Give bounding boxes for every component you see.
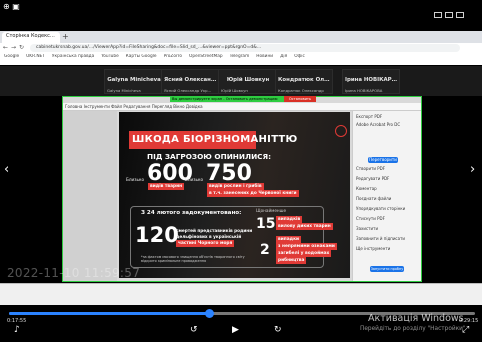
bookmark-item[interactable]: YouTube: [101, 54, 118, 59]
participant-tile[interactable]: Юрій Шовкун Юрій Шовкун: [218, 69, 276, 94]
acrobat-tool-item[interactable]: Коментар: [356, 186, 418, 191]
acrobat-tool-item[interactable]: Редагувати PDF: [356, 176, 418, 181]
participant-name: Ясний Олександр Укра…: [164, 77, 218, 83]
bookmark-item[interactable]: Офіс: [294, 54, 305, 59]
participant-name: Кондратюк Олександр: [278, 77, 332, 83]
acrobat-tool-item[interactable]: Adobe Acrobat Pro DC: [356, 122, 418, 127]
fact-b-text-2: з непрямими ознаками: [276, 243, 337, 250]
logo-icon: [335, 125, 347, 137]
window-controls[interactable]: [434, 3, 480, 18]
participant-label: Юрій Шовкун: [221, 88, 248, 93]
fact-b-value: 2: [260, 242, 270, 258]
next-page-arrow-icon[interactable]: ›: [470, 162, 475, 177]
close-icon[interactable]: [456, 12, 464, 18]
participant-name: Galyna Minicheva: [107, 77, 161, 83]
participant-tile[interactable]: Ірина НОВІКАРОВА Ірина НОВІКАРОВА: [342, 69, 400, 94]
participant-label: Galyna Minicheva: [107, 88, 141, 93]
activation-title: Активація Windows: [368, 313, 464, 324]
convert-button[interactable]: Перетворити: [368, 157, 398, 163]
participant-label: Кондратюк Олександр: [278, 88, 324, 93]
since-heading: З 24 лютого задокументовано:: [141, 210, 242, 216]
fact-a-value: 15: [256, 216, 276, 232]
participant-label: Ірина НОВІКАРОВА: [345, 88, 383, 93]
activation-subtitle: Перейдіть до розділу "Настройки": [360, 326, 466, 332]
participant-tile[interactable]: Ясний Олександр Укра… Ясний Олександр Укр…: [161, 69, 219, 94]
browser-tab-title: Сторінка Кодекс гр…: [6, 33, 56, 39]
stop-share-button[interactable]: Остановить: [284, 96, 316, 102]
big-label-3: частині Чорного моря: [176, 240, 235, 247]
fact-b-text-4: рибництва: [276, 257, 307, 264]
acrobat-tool-item[interactable]: Експорт PDF: [356, 114, 418, 119]
acrobat-tool-item[interactable]: Поєднати файли: [356, 196, 418, 201]
new-tab-icon[interactable]: +: [62, 32, 69, 41]
minimize-icon[interactable]: [434, 12, 442, 18]
big-label-1: смертей представників родини: [176, 228, 253, 233]
acrobat-tool-item[interactable]: Заповнити й підписати: [356, 236, 418, 241]
bookmarks-bar: Google UKR.NET Українська правда YouTube Кар…: [4, 54, 478, 62]
right-label-2: в т.ч. занесених до Червоної книги: [207, 190, 299, 197]
volume-icon[interactable]: ♪: [14, 325, 20, 335]
zoom-security-label[interactable]: ⊕ ▣: [3, 2, 20, 11]
bookmark-item[interactable]: ProZorro: [164, 54, 182, 59]
fact-a-text-2: вилову диких тварин: [276, 223, 333, 230]
bookmark-item[interactable]: Українська правда: [52, 54, 94, 59]
left-prefix: Близько: [126, 177, 145, 182]
prev-page-arrow-icon[interactable]: ‹: [4, 162, 9, 177]
bookmark-item[interactable]: Дія: [280, 54, 287, 59]
participant-name: Ірина НОВІКАРОВА: [345, 77, 399, 83]
participant-name: Юрій Шовкун: [226, 77, 270, 83]
left-label: видів тварин: [148, 183, 185, 190]
bookmark-item[interactable]: Google: [4, 54, 19, 59]
maximize-icon[interactable]: [445, 12, 453, 18]
acrobat-tool-item[interactable]: Стиснути PDF: [356, 216, 418, 221]
pdf-left-pane: [63, 111, 117, 281]
fact-b-text-1: випадки: [276, 236, 301, 243]
acrobat-tool-item[interactable]: Упорядкувати сторінки: [356, 206, 418, 211]
browser-nav-icons[interactable]: ←→↻: [3, 44, 27, 51]
browser-tabstrip: [0, 31, 482, 43]
browser-tab[interactable]: Сторінка Кодекс гр…: [2, 32, 60, 43]
fact-a-text-1: випадків: [276, 216, 303, 223]
forward-icon[interactable]: ↻: [274, 325, 282, 335]
participant-tile[interactable]: Galyna Minicheva Galyna Minicheva: [104, 69, 162, 94]
trial-button[interactable]: Запустити пробну: [370, 266, 404, 272]
participant-tile[interactable]: Кондратюк Олександр Кондратюк Олександр: [275, 69, 333, 94]
acrobat-tool-item[interactable]: Захистити: [356, 226, 418, 231]
address-bar[interactable]: cabinetukrsnab.gov.ua/…/ViewerApp?id=Fil…: [30, 44, 460, 52]
right-prefix: Близько: [185, 177, 204, 182]
footnote: *за фактом масового знищення об'єктів тв…: [141, 255, 245, 263]
bookmark-item[interactable]: Новини: [256, 54, 273, 59]
danger-heading: ПІД ЗАГРОЗОЮ ОПИНИЛИСЯ:: [147, 152, 272, 161]
screenshot-root: { "zoom_bar": {"left_label": "⊕ ▣"}, "br…: [0, 0, 482, 342]
bookmark-item[interactable]: UKR.NET: [26, 54, 45, 59]
seek-progress: [9, 312, 210, 315]
bookmark-item[interactable]: Telegram: [230, 54, 250, 59]
acrobat-tool-item[interactable]: Створити PDF: [356, 166, 418, 171]
windows-taskbar: [0, 283, 482, 305]
slide-title: ШКОДА БІОРІЗНОМАНІТТЮ: [132, 134, 298, 145]
participant-label: Ясний Олександр Укр…: [164, 88, 212, 93]
current-time: 0:17:55: [7, 318, 27, 324]
right-label-1: видів рослин і грибів: [207, 183, 264, 190]
zoom-top-bar: [0, 0, 482, 30]
big-label-2: дельфінових в українській: [176, 234, 242, 239]
bookmark-item[interactable]: Карты Google: [126, 54, 157, 59]
share-banner: Вы демонстрируете экран - Остановить дем…: [170, 96, 284, 102]
bookmark-item[interactable]: OpenStreetMap: [189, 54, 223, 59]
extra-heading: Щонайменше: [256, 208, 287, 213]
rewind-icon[interactable]: ↺: [190, 325, 198, 335]
acrobat-tool-item[interactable]: Ще інструменти: [356, 246, 418, 251]
fact-b-text-3: загибелі у водоймах: [276, 250, 332, 257]
pdf-toolbar[interactable]: Головна Інструменти Файл Редагування Пер…: [63, 103, 421, 111]
play-icon[interactable]: ▶: [232, 325, 239, 335]
recording-timestamp: 2022-11-10 11:59:57: [7, 266, 141, 280]
big-value: 120: [135, 223, 179, 247]
